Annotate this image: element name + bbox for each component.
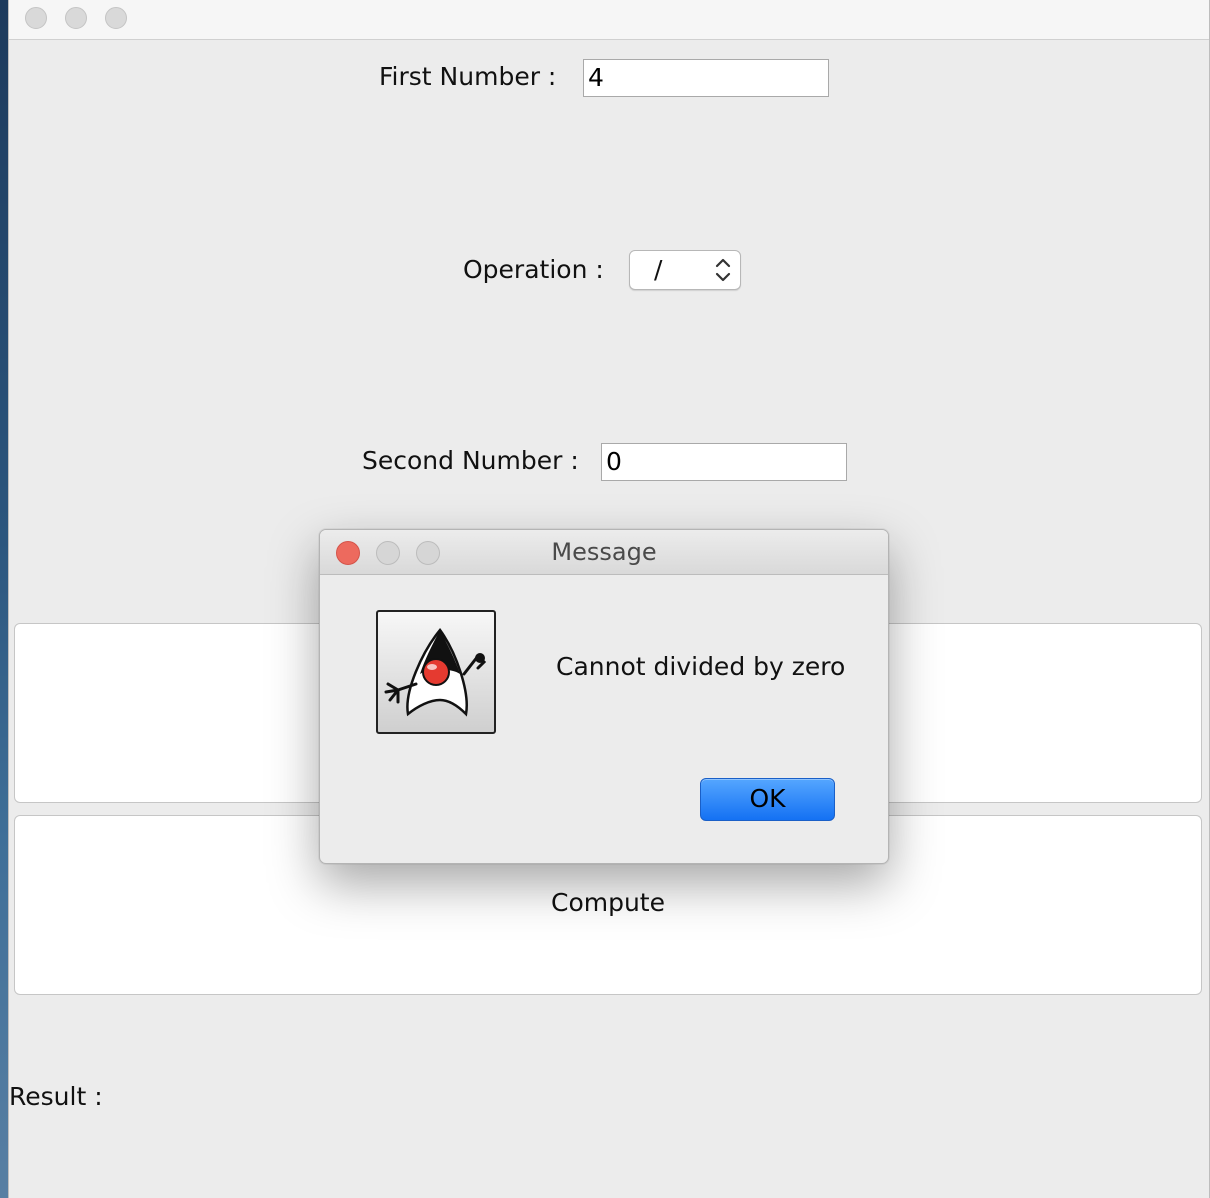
first-number-label: First Number : — [379, 62, 557, 91]
compute-button-label: Compute — [550, 888, 665, 917]
zoom-window-button[interactable] — [105, 7, 127, 29]
message-dialog: Message Cannot divided by zero OK — [319, 529, 889, 864]
updown-chevron-icon — [715, 258, 731, 282]
operation-label: Operation : — [463, 255, 604, 284]
result-label: Result : — [9, 1082, 103, 1111]
operation-select-value: / — [654, 255, 663, 284]
java-duke-icon — [376, 610, 496, 734]
second-number-label: Second Number : — [362, 446, 579, 475]
dialog-titlebar: Message — [320, 530, 888, 575]
minimize-window-button[interactable] — [65, 7, 87, 29]
close-window-button[interactable] — [25, 7, 47, 29]
ok-button[interactable]: OK — [700, 778, 835, 821]
first-number-field[interactable]: 4 — [583, 59, 829, 97]
operation-select[interactable]: / — [629, 250, 741, 290]
dialog-message: Cannot divided by zero — [556, 652, 846, 681]
dialog-title: Message — [551, 538, 657, 566]
second-number-field[interactable]: 0 — [601, 443, 847, 481]
main-titlebar — [9, 0, 1209, 40]
